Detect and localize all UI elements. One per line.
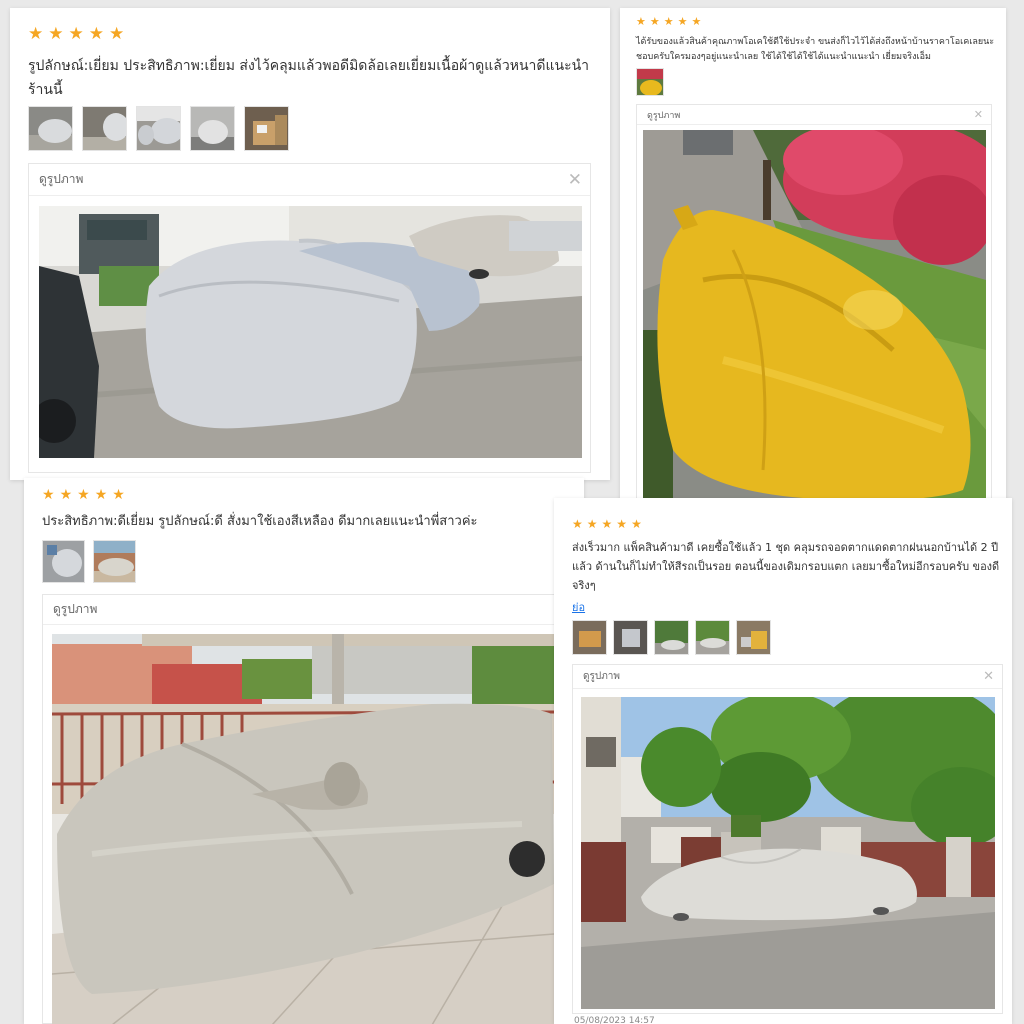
thumbnail-strip	[42, 540, 136, 583]
star-icon: ★	[109, 24, 125, 44]
review-photo	[643, 130, 986, 500]
photo-thumbnail[interactable]	[613, 620, 648, 655]
viewer-header: ดูรูปภาพ ✕	[573, 665, 1002, 689]
star-icon: ★	[77, 487, 90, 503]
review-text: ได้รับของแล้วสินค้าคุณภาพโอเคใช้ดีใช้ประ…	[636, 37, 995, 62]
review-text: รูปลักษณ์:เยี่ยม ประสิทธิภาพ:เยี่ยม ส่งไ…	[28, 58, 590, 98]
review-card-4: ★ ★ ★ ★ ★ ส่งเร็วมาก แพ็คสินค้ามาดี เคยซ…	[554, 498, 1012, 1024]
photo-thumbnail[interactable]	[82, 106, 127, 151]
close-icon[interactable]: ✕	[974, 109, 983, 120]
viewer-title: ดูรูปภาพ	[53, 602, 98, 616]
review-card-2: ★ ★ ★ ★ ★ ได้รับของแล้วสินค้าคุณภาพโอเคใ…	[620, 8, 1006, 500]
close-icon[interactable]: ✕	[568, 172, 582, 189]
show-less-link[interactable]: ย่อ	[572, 598, 585, 616]
star-icon: ★	[88, 24, 104, 44]
thumbnail-strip	[636, 68, 664, 96]
star-icon: ★	[663, 15, 674, 28]
star-icon: ★	[631, 517, 642, 531]
star-icon: ★	[616, 517, 628, 531]
image-viewer: ดูรูปภาพ ✕	[42, 594, 578, 1024]
viewer-title: ดูรูปภาพ	[39, 172, 84, 186]
review-card-1: ★ ★ ★ ★ ★ รูปลักษณ์:เยี่ยม ประสิทธิภาพ:เ…	[10, 8, 610, 480]
photo-thumbnail[interactable]	[244, 106, 289, 151]
star-icon: ★	[42, 487, 55, 503]
star-icon: ★	[691, 15, 702, 28]
star-icon: ★	[677, 15, 688, 28]
review-photo	[581, 697, 995, 1009]
viewer-title: ดูรูปภาพ	[583, 671, 621, 682]
star-icon: ★	[649, 15, 660, 28]
image-viewer: ดูรูปภาพ ✕	[572, 664, 1003, 1014]
star-icon: ★	[68, 24, 84, 44]
photo-thumbnail[interactable]	[28, 106, 73, 151]
review-photo	[39, 206, 582, 458]
photo-thumbnail[interactable]	[572, 620, 607, 655]
star-icon: ★	[94, 487, 108, 503]
viewer-header: ดูรูปภาพ ✕	[637, 105, 991, 125]
review-card-3: ★ ★ ★ ★ ★ ประสิทธิภาพ:ดีเยี่ยม รูปลักษณ์…	[24, 478, 584, 1024]
photo-thumbnail[interactable]	[695, 620, 730, 655]
photo-thumbnail[interactable]	[93, 540, 136, 583]
photo-thumbnail[interactable]	[136, 106, 181, 151]
star-icon: ★	[48, 24, 64, 44]
review-photo	[52, 634, 554, 1024]
image-viewer: ดูรูปภาพ ✕	[28, 163, 591, 473]
star-icon: ★	[59, 487, 73, 503]
star-icon: ★	[112, 487, 125, 503]
photo-thumbnail[interactable]	[190, 106, 235, 151]
rating-stars: ★ ★ ★ ★ ★	[636, 16, 701, 27]
photo-thumbnail[interactable]	[654, 620, 689, 655]
thumbnail-strip	[28, 106, 289, 151]
review-text: ประสิทธิภาพ:ดีเยี่ยม รูปลักษณ์:ดี สั่งมา…	[42, 514, 478, 529]
star-icon: ★	[586, 517, 598, 531]
photo-thumbnail[interactable]	[636, 68, 664, 96]
review-timestamp: 05/08/2023 14:57	[574, 1016, 655, 1024]
star-icon: ★	[636, 15, 646, 28]
rating-stars: ★ ★ ★ ★ ★	[42, 488, 125, 502]
image-viewer: ดูรูปภาพ ✕	[636, 104, 992, 500]
viewer-title: ดูรูปภาพ	[647, 110, 681, 121]
viewer-header: ดูรูปภาพ ✕	[43, 595, 577, 625]
close-icon[interactable]: ✕	[983, 670, 994, 683]
viewer-header: ดูรูปภาพ ✕	[29, 164, 590, 196]
star-icon: ★	[28, 24, 44, 44]
star-icon: ★	[601, 517, 613, 531]
photo-thumbnail[interactable]	[736, 620, 771, 655]
thumbnail-strip	[572, 620, 771, 655]
rating-stars: ★ ★ ★ ★ ★	[572, 518, 642, 530]
star-icon: ★	[572, 517, 583, 531]
review-text: ส่งเร็วมาก แพ็คสินค้ามาดี เคยซื้อใช้แล้ว…	[572, 541, 1000, 592]
photo-thumbnail[interactable]	[42, 540, 85, 583]
rating-stars: ★ ★ ★ ★ ★	[28, 26, 124, 43]
